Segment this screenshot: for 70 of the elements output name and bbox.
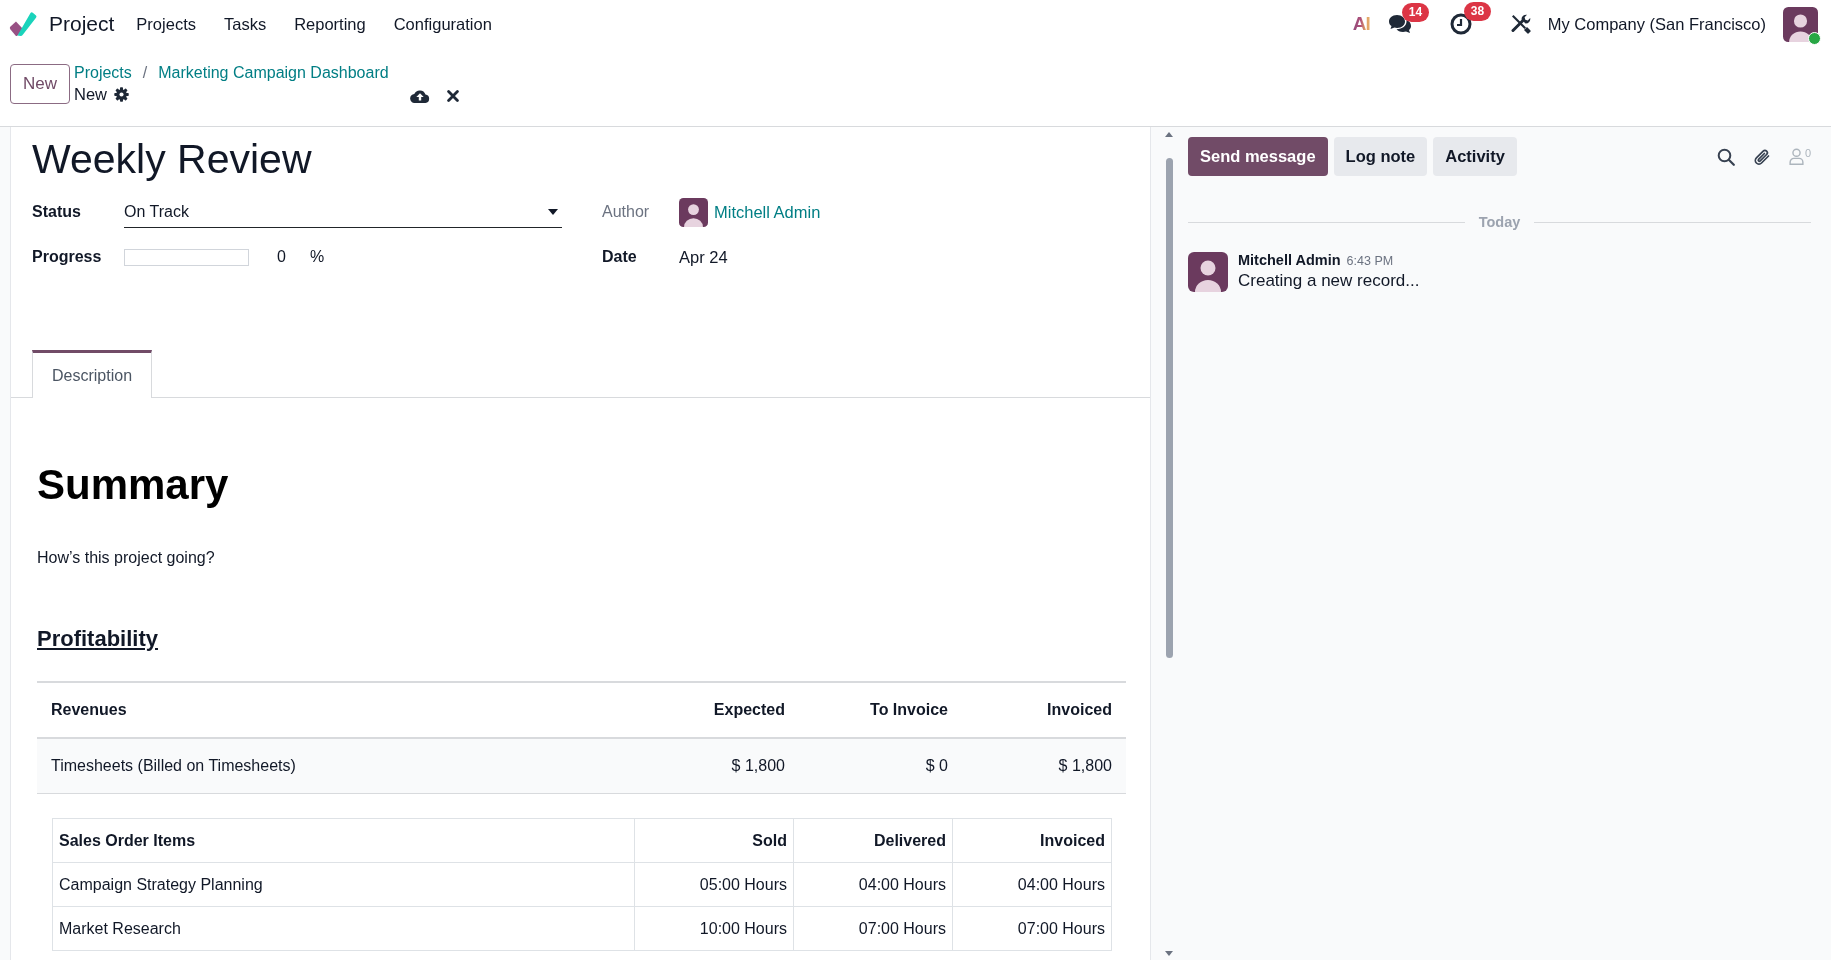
app-name[interactable]: Project: [49, 12, 115, 36]
table-cell: Campaign Strategy Planning: [52, 862, 635, 907]
avatar-icon: [1188, 252, 1228, 292]
clock-icon[interactable]: [1449, 13, 1472, 35]
cloud-upload-icon[interactable]: [409, 88, 430, 103]
field-label: Author: [602, 203, 651, 221]
menu-item[interactable]: Projects: [122, 10, 210, 38]
scrollbar-thumb[interactable]: [1165, 158, 1173, 658]
tools-icon[interactable]: [1510, 14, 1531, 34]
close-icon[interactable]: [446, 89, 459, 102]
column-header: To Invoice: [870, 701, 948, 718]
table-cell: $ 1,800: [731, 757, 785, 774]
table-cell: 04:00 Hours: [793, 862, 953, 907]
field-label: Date: [602, 248, 638, 266]
tab[interactable]: Description: [32, 350, 153, 398]
table-cell: Timesheets (Billed on Timesheets): [51, 757, 296, 774]
field-value[interactable]: Apr 24: [679, 247, 728, 267]
scroll-down-icon[interactable]: [1165, 951, 1173, 956]
scroll-up-icon[interactable]: [1165, 132, 1173, 137]
column-header: Sold: [634, 818, 794, 863]
field-label: Progress: [32, 248, 103, 266]
breadcrumb-link[interactable]: Projects: [74, 63, 132, 83]
gear-icon[interactable]: [114, 86, 130, 102]
avatar-icon: [679, 197, 708, 227]
caret-icon: [548, 208, 558, 215]
message-author: Mitchell Admin: [1238, 252, 1341, 268]
progress-value: 0: [277, 248, 286, 266]
table-cell: 07:00 Hours: [952, 906, 1112, 951]
summary-heading: Summary: [37, 460, 229, 510]
user-link[interactable]: Mitchell Admin: [714, 202, 821, 222]
progress-unit: %: [309, 248, 325, 266]
table-cell: 04:00 Hours: [952, 862, 1112, 907]
column-header: Expected: [713, 701, 785, 718]
table-cell: 10:00 Hours: [634, 906, 794, 951]
status-select[interactable]: On Track: [124, 196, 562, 228]
table-cell: 05:00 Hours: [634, 862, 794, 907]
message-time: 6:43 PM: [1346, 254, 1394, 268]
user-avatar-icon[interactable]: [1783, 6, 1818, 42]
table-cell: Market Research: [52, 906, 635, 951]
company-switcher[interactable]: My Company (San Francisco): [1547, 14, 1766, 34]
chatter-button[interactable]: Send message: [1188, 137, 1328, 176]
breadcrumb-separator: /: [142, 63, 148, 83]
person-icon: [1788, 148, 1804, 165]
section-heading: Profitability: [37, 625, 158, 653]
record-title[interactable]: Weekly Review: [32, 135, 312, 183]
notification-badge: 38: [1463, 2, 1492, 21]
breadcrumb-link[interactable]: Marketing Campaign Dashboard: [158, 63, 389, 83]
intro-text: How’s this project going?: [37, 548, 215, 568]
new-button[interactable]: New: [10, 64, 70, 104]
message-text: Creating a new record...: [1238, 271, 1420, 291]
chat-bubbles-icon[interactable]: [1387, 14, 1412, 34]
record-name: New: [74, 84, 108, 105]
column-header: Sales Order Items: [52, 818, 635, 863]
column-header: Invoiced: [1047, 701, 1112, 718]
search-icon[interactable]: [1716, 147, 1735, 166]
table-cell: 07:00 Hours: [793, 906, 953, 951]
column-header: Revenues: [51, 701, 127, 718]
menu-item[interactable]: Reporting: [280, 10, 380, 38]
notification-badge: 14: [1401, 3, 1430, 22]
column-header: Delivered: [793, 818, 953, 863]
chatter-button[interactable]: Activity: [1433, 137, 1517, 176]
app-logo-icon[interactable]: [9, 11, 37, 37]
menu-item[interactable]: Configuration: [379, 10, 506, 38]
date-divider: Today: [1478, 213, 1521, 232]
column-header: Invoiced: [952, 818, 1112, 863]
table-cell: $ 0: [925, 757, 948, 774]
table-cell: $ 1,800: [1058, 757, 1112, 774]
field-label: Status: [32, 203, 82, 221]
chatter-button[interactable]: Log note: [1333, 137, 1428, 176]
menu-item[interactable]: Tasks: [209, 10, 281, 38]
